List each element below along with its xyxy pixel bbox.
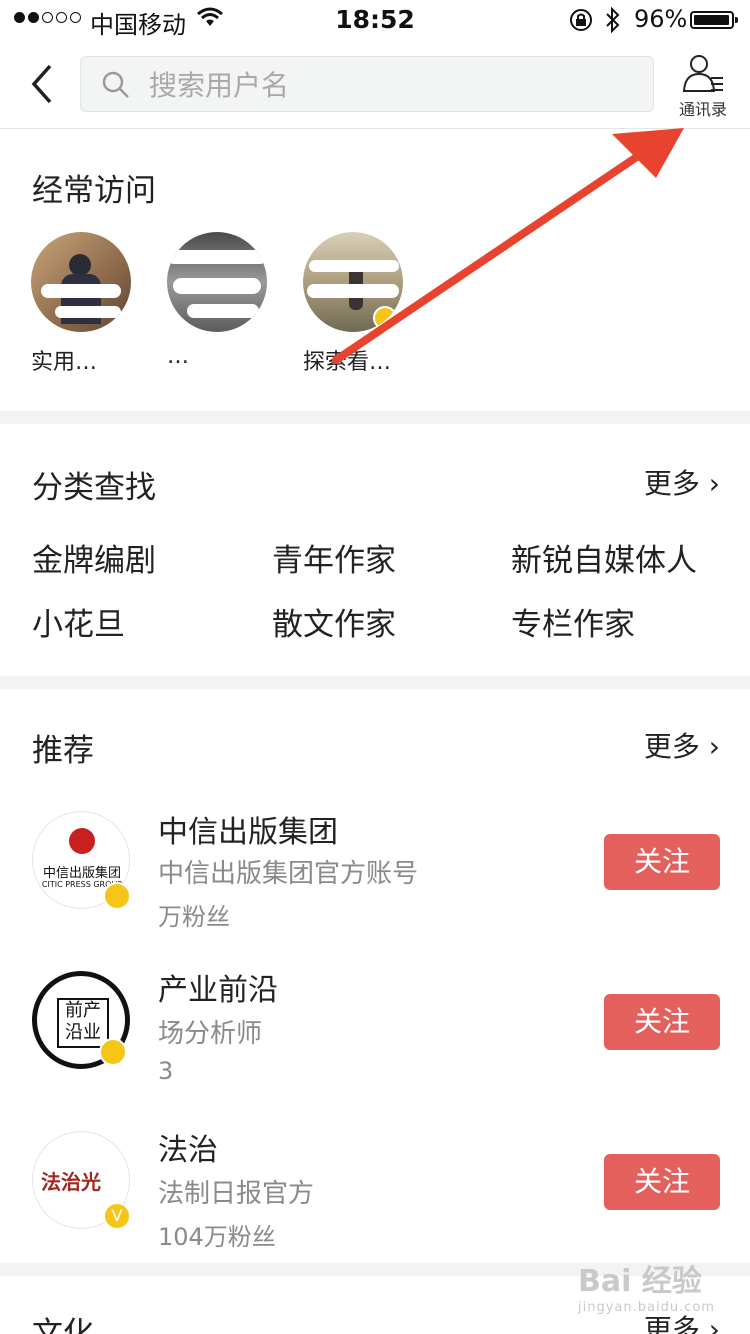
chevron-right-icon: › xyxy=(708,730,720,763)
section-divider xyxy=(0,411,750,424)
contacts-label: 通讯录 xyxy=(678,100,727,119)
search-input[interactable] xyxy=(147,65,631,105)
section-title-culture: 文化 xyxy=(32,1316,94,1334)
bluetooth-icon xyxy=(606,6,620,34)
frequent-section: 经常访问 实用… … 探索看… xyxy=(0,129,750,411)
recommend-section: 推荐 更多 › 中信出版集团 CITIC PRESS GROUP 中信出版集团 … xyxy=(0,689,750,1263)
recommend-more-link[interactable]: 更多 › xyxy=(644,725,720,765)
nav-bar: 通讯录 xyxy=(0,40,750,129)
search-box[interactable] xyxy=(80,56,654,112)
frequent-user[interactable]: 探索看… xyxy=(303,232,403,375)
more-label: 更多 xyxy=(643,467,700,500)
recommend-row[interactable]: 前产沿业 产业前沿 场分析师 3 关注 xyxy=(0,959,750,1109)
watermark-logo: Bai 经验 xyxy=(578,1264,702,1299)
category-item[interactable]: 青年作家 xyxy=(272,535,396,580)
category-item[interactable]: 专栏作家 xyxy=(511,599,635,644)
recommend-description: 场分析师 xyxy=(158,1019,263,1049)
verified-badge-icon xyxy=(99,1038,127,1066)
recommend-name: 中信出版集团 xyxy=(158,815,338,850)
frequent-user[interactable]: … xyxy=(167,232,267,369)
section-title-recommend: 推荐 xyxy=(32,733,94,769)
verified-badge-icon: V xyxy=(103,1202,131,1230)
section-title-category: 分类查找 xyxy=(32,470,156,506)
watermark-url: jingyan.baidu.com xyxy=(578,1300,715,1315)
back-arrow-icon[interactable] xyxy=(28,64,56,104)
more-label: 更多 xyxy=(643,730,700,763)
frequent-user[interactable]: 实用… xyxy=(31,232,131,375)
follow-button[interactable]: 关注 xyxy=(604,994,720,1050)
frequent-user-name: … xyxy=(167,344,189,369)
category-item[interactable]: 小花旦 xyxy=(32,599,125,644)
recommend-name: 法治 xyxy=(158,1133,218,1168)
recommend-name: 产业前沿 xyxy=(158,973,278,1008)
contacts-icon xyxy=(682,55,723,92)
recommend-row[interactable]: 中信出版集团 CITIC PRESS GROUP 中信出版集团 中信出版集团官方… xyxy=(0,799,750,949)
recommend-fans: 104万粉丝 xyxy=(158,1223,276,1251)
recommend-description: 法制日报官方 xyxy=(158,1179,315,1209)
avatar: 法治光 V xyxy=(32,1131,131,1230)
avatar: 前产沿业 xyxy=(32,971,130,1069)
verified-badge-icon xyxy=(103,882,131,910)
contacts-button[interactable]: 通讯录 xyxy=(668,54,738,120)
recommend-fans: 3 xyxy=(158,1057,174,1085)
avatar xyxy=(303,232,403,332)
follow-button[interactable]: 关注 xyxy=(604,1154,720,1210)
avatar: 中信出版集团 CITIC PRESS GROUP xyxy=(32,811,131,910)
follow-button[interactable]: 关注 xyxy=(604,834,720,890)
category-more-link[interactable]: 更多 › xyxy=(644,462,720,502)
frequent-user-name: 探索看… xyxy=(303,350,392,375)
avatar xyxy=(167,232,267,332)
recommend-row[interactable]: 法治光 V 法治 法制日报官方 104万粉丝 关注 xyxy=(0,1119,750,1269)
category-item[interactable]: 散文作家 xyxy=(272,599,396,644)
logo-text: 法治光 xyxy=(41,1170,101,1194)
logo-emblem xyxy=(69,828,95,854)
search-icon xyxy=(102,71,129,98)
logo-text: 中信出版集团 xyxy=(42,866,121,881)
section-divider xyxy=(0,676,750,689)
watermark: Bai 经验 jingyan.baidu.com xyxy=(578,1256,738,1320)
logo-text: 前产沿业 xyxy=(57,998,109,1048)
rotation-lock-icon xyxy=(570,9,592,31)
recommend-description: 中信出版集团官方账号 xyxy=(158,859,419,889)
category-section: 分类查找 更多 › 金牌编剧 青年作家 新锐自媒体人 小花旦 散文作家 专栏作家 xyxy=(0,424,750,676)
battery-percent: 96% xyxy=(634,5,688,33)
recommend-fans: 万粉丝 xyxy=(158,903,230,931)
category-item[interactable]: 新锐自媒体人 xyxy=(511,535,697,580)
frequent-user-name: 实用… xyxy=(31,350,98,375)
avatar xyxy=(31,232,131,332)
category-item[interactable]: 金牌编剧 xyxy=(32,535,156,580)
chevron-right-icon: › xyxy=(708,467,720,500)
battery-icon xyxy=(690,11,738,29)
section-title-frequent: 经常访问 xyxy=(32,173,156,209)
status-bar: 中国移动 18:52 96% xyxy=(0,0,750,40)
